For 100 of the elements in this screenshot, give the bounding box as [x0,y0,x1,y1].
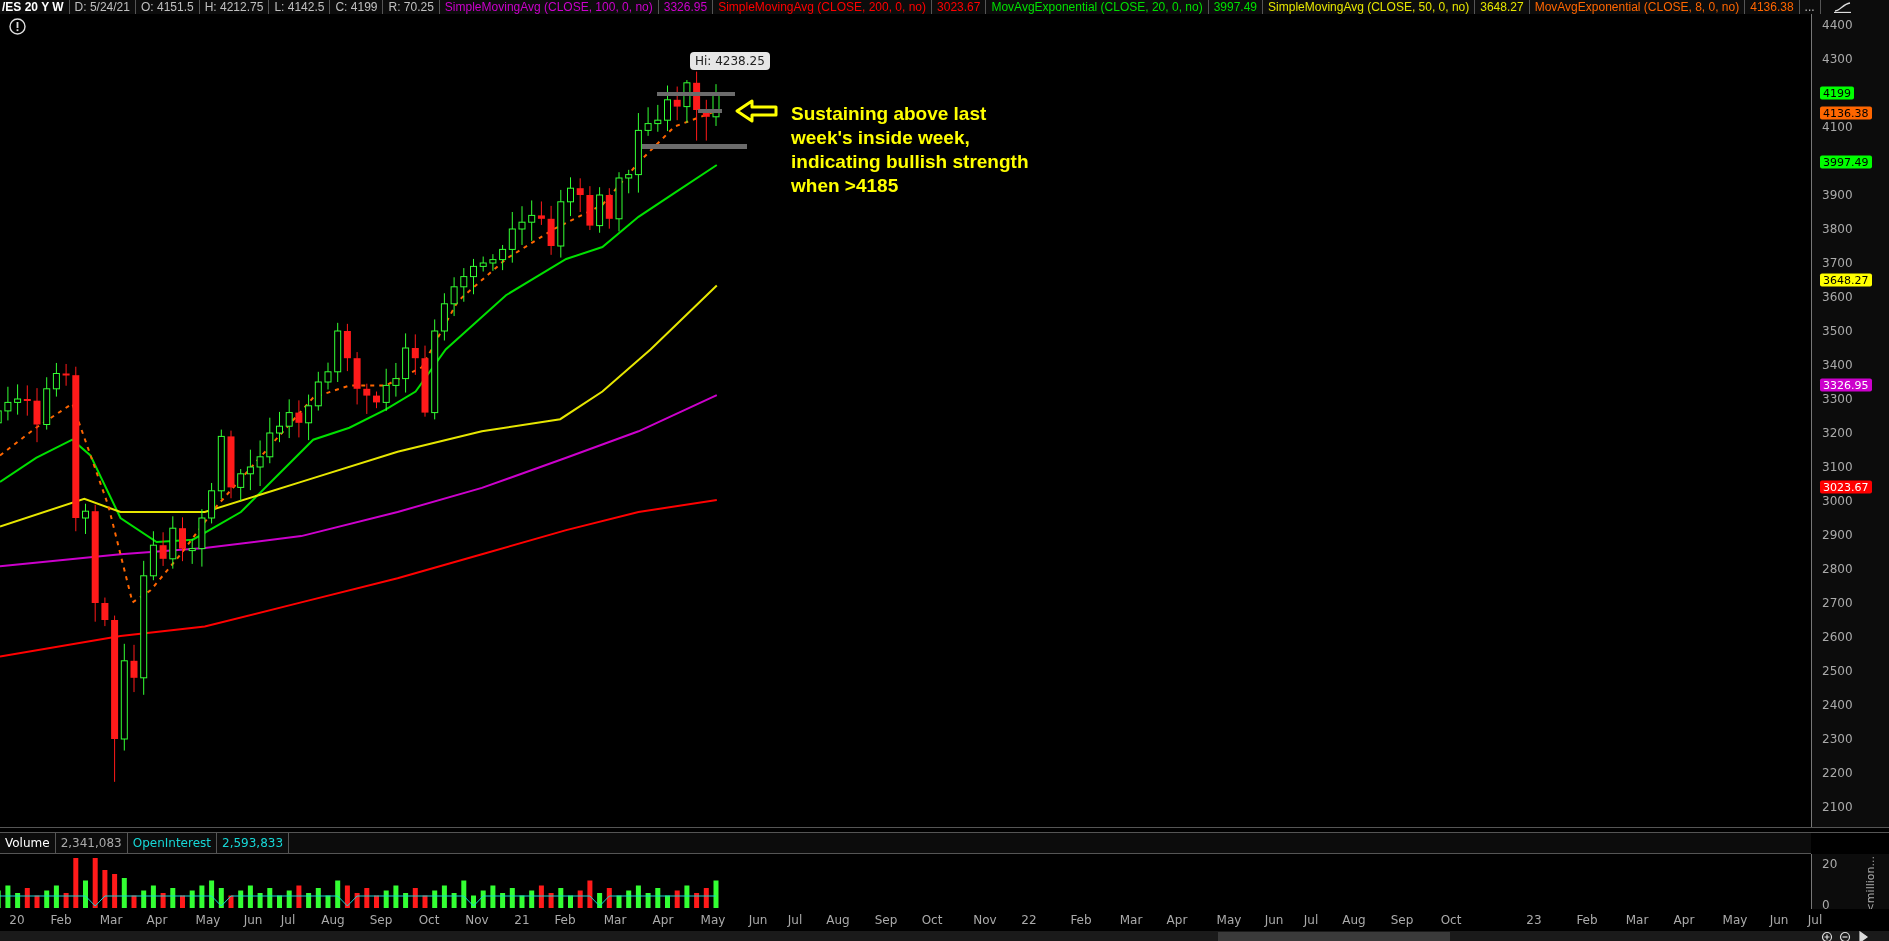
volume-bar [655,887,661,908]
axis-tick-label: Aug [1342,912,1366,927]
candlestick [615,171,623,232]
axis-tick-label: Jun [748,912,768,927]
axis-tick-label: Mar [99,912,123,927]
study-name[interactable]: MovAvgExponential (CLOSE, 8, 0, no) [1529,0,1746,14]
axis-tick-label: Sep [874,912,898,927]
study-name[interactable]: MovAvgExponential (CLOSE, 20, 0, no) [986,0,1209,14]
axis-tick-label: 20 [1822,856,1838,871]
axis-tick-label: Sep [369,912,393,927]
candlestick [664,84,671,132]
volume-bar [209,880,215,908]
axis-tick-label: Jul [1807,912,1823,927]
candlestick [4,386,12,421]
zoom-out-icon[interactable] [1839,932,1851,941]
alert-icon[interactable] [9,18,26,35]
candlestick [460,267,468,302]
axis-tick-label: Jun [1264,912,1284,927]
volume-bar [471,895,476,908]
arrow-icon [735,99,778,123]
volume-bar [548,892,554,908]
axis-tick-label: 0 [1822,897,1830,912]
candlestick [276,411,283,443]
axis-tick-label: Apr [146,912,168,927]
axis-tick-label: Jun [243,912,263,927]
volume-bar [189,890,195,908]
candlestick [0,410,2,423]
volume-bar [315,887,321,908]
volume-bar [53,885,59,908]
volume-bar [529,890,535,908]
volume-bar [199,885,205,908]
volume-bar [568,895,573,908]
axis-tick-label: Oct [418,912,440,927]
axis-tick-label: Oct [921,912,943,927]
axis-tick-label: May [1722,912,1748,927]
candlestick [324,361,332,390]
axis-tick-label: 2700 [1822,595,1853,610]
zoom-in-icon[interactable] [1821,932,1833,941]
scrollbar-thumb[interactable] [1218,932,1450,941]
study-value: 3997.49 [1208,0,1264,14]
candlestick [479,255,487,272]
axis-tick-label: 3900 [1822,187,1853,202]
volume-bar [286,890,292,908]
volume-bar [538,885,544,908]
volume-bar [393,885,399,908]
volume-bar [44,890,50,908]
price-badge: 3326.95 [1820,378,1872,392]
axis-tick-label: 2400 [1822,697,1853,712]
volume-bar [606,887,612,908]
candlestick [285,398,293,439]
volume-bar [490,885,496,908]
axis-tick-label: 4300 [1822,51,1853,66]
volume-bar [150,885,156,908]
volume-bar [306,892,312,908]
quote-value: C: 4199 [330,0,384,14]
axis-tick-label: 22 [1021,912,1037,927]
candlestick [159,531,167,567]
axis-tick-label: 3200 [1822,425,1853,440]
volume-bar [480,890,486,908]
axis-tick-label: 2200 [1822,765,1853,780]
volume-bar [5,885,11,908]
study-name[interactable]: SimpleMovingAvg (CLOSE, 100, 0, no) [439,0,659,14]
study-name[interactable]: SimpleMovingAvg (CLOSE, 50, 0, no) [1263,0,1476,14]
candlestick [198,508,206,567]
price-badge: 4136.38 [1820,106,1872,120]
volume-bar [451,892,457,908]
study-value: 3023.67 [932,0,987,14]
open-interest-value: 2,593,833 [217,832,290,853]
volume-bar [441,885,447,908]
volume-bar [519,895,525,908]
volume-bar [558,887,564,908]
study-line-icon[interactable] [1833,2,1852,13]
volume-bar [15,892,21,908]
candlestick [470,258,477,295]
axis-unit-label: <million... [1864,855,1877,912]
more-button[interactable]: ... [1799,0,1821,14]
volume-bar [374,895,379,908]
axis-tick-label: Nov [973,912,997,927]
quote-value: R: 70.25 [383,0,440,14]
axis-tick-label: May [700,912,726,927]
volume-bar [412,887,418,908]
axis-tick-label: 3500 [1822,323,1853,338]
candlestick [130,644,138,693]
volume-bar [102,869,108,908]
volume-bar [703,887,709,908]
volume-bar [247,885,253,908]
axis-tick-label: 3300 [1822,391,1853,406]
axis-tick-label: Mar [1625,912,1649,927]
volume-bar [403,892,409,908]
candlestick [576,177,584,213]
volume-bar [121,877,127,908]
candlestick [188,537,196,565]
axis-tick-label: May [1216,912,1242,927]
volume-bar [296,885,302,908]
volume-bar [180,895,185,908]
axis-tick-label: Apr [652,912,674,927]
candlestick [557,189,565,258]
volume-bar [160,892,166,908]
axis-tick-label: 4100 [1822,119,1853,134]
study-name[interactable]: SimpleMovingAvg (CLOSE, 200, 0, no) [713,0,933,14]
